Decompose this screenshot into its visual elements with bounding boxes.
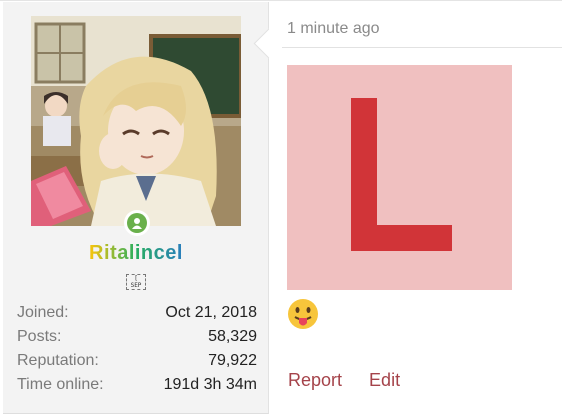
tongue-out-emoji-icon: [287, 298, 319, 330]
post-image[interactable]: [287, 65, 512, 290]
report-link[interactable]: Report: [288, 370, 342, 390]
user-stats: Joined: Oct 21, 2018 Posts: 58,329 Reput…: [17, 302, 257, 398]
post-timestamp[interactable]: 1 minute ago: [287, 20, 380, 38]
user-title-glyph: [ SEP ]: [126, 274, 146, 290]
stat-joined: Joined: Oct 21, 2018: [17, 302, 257, 326]
stat-value: 58,329: [208, 328, 257, 345]
stat-label: Joined:: [17, 304, 69, 321]
stat-label: Time online:: [17, 376, 104, 393]
stat-label: Posts:: [17, 328, 62, 345]
stat-reputation: Reputation: 79,922: [17, 350, 257, 374]
stat-posts: Posts: 58,329: [17, 326, 257, 350]
stat-value: 191d 3h 34m: [163, 376, 257, 393]
header-divider: [282, 47, 562, 48]
stat-label: Reputation:: [17, 352, 99, 369]
post-actions: Report Edit: [288, 370, 422, 391]
edit-link[interactable]: Edit: [369, 370, 400, 390]
post-content: 1 minute ago Report Edit: [270, 1, 562, 417]
username-link[interactable]: Ritalincel: [3, 242, 269, 265]
stat-value: 79,922: [208, 352, 257, 369]
forum-post: Ritalincel [ SEP ] Joined: Oct 21, 2018 …: [0, 0, 562, 417]
user-panel: Ritalincel [ SEP ] Joined: Oct 21, 2018 …: [3, 2, 269, 414]
user-avatar[interactable]: [31, 16, 241, 226]
online-status-icon: [124, 210, 150, 236]
stat-value: Oct 21, 2018: [165, 304, 257, 321]
stat-time-online: Time online: 191d 3h 34m: [17, 374, 257, 398]
